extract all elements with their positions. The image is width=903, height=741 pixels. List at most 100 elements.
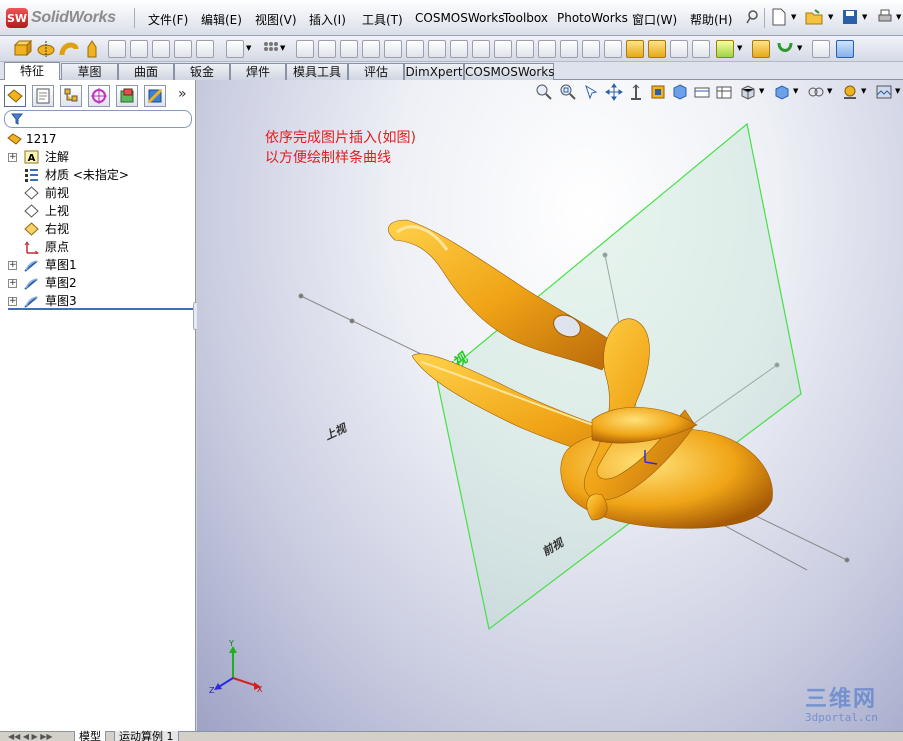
dome-icon[interactable] [384,40,402,58]
tab-features[interactable]: 特征 [4,62,60,81]
menu-window[interactable]: 窗口(W) [632,11,677,28]
draft-icon[interactable] [318,40,336,58]
rollback-bar[interactable] [8,308,194,310]
tab-model[interactable]: 模型 [74,731,106,741]
property-manager-tab-icon[interactable] [32,85,54,107]
linear-pattern-icon[interactable] [262,40,280,58]
tab-motion-study[interactable]: 运动算例 1 [114,731,179,741]
sketch-picture-icon[interactable] [836,40,854,58]
extruded-boss-icon[interactable] [12,39,32,59]
ref-geometry-icon[interactable] [670,40,688,58]
revolved-boss-icon[interactable] [36,39,56,59]
tree-root[interactable]: 1217 [0,130,196,148]
move-face-icon[interactable] [626,40,644,58]
open-folder-icon[interactable] [805,8,823,26]
plane-icon[interactable] [752,40,770,58]
flex-icon[interactable] [450,40,468,58]
shell-icon[interactable] [340,40,358,58]
hole-wizard-icon[interactable] [152,40,170,58]
chevron-down-icon[interactable]: ▼ [828,13,833,21]
delete-body-icon[interactable] [604,40,622,58]
save-icon[interactable] [841,8,859,26]
expand-icon[interactable]: + [8,279,17,288]
svg-text:A: A [28,153,36,164]
fillet-icon[interactable] [226,40,244,58]
curve-through-points-icon[interactable] [692,40,710,58]
revolved-cut-icon[interactable] [174,40,192,58]
chevron-down-icon[interactable]: ▼ [862,13,867,21]
material-icon [25,169,38,182]
instant3d-icon[interactable] [716,40,734,58]
swept-cut-icon[interactable] [196,40,214,58]
tree-item-top-plane[interactable]: 上视 [0,202,196,220]
tree-item-material[interactable]: 材质 <未指定> [0,166,196,184]
deform-icon[interactable] [472,40,490,58]
filter-icon [11,113,23,125]
model-scene[interactable]: 右视 上视 前视 [197,80,903,731]
lofted-boss-icon[interactable] [82,39,102,59]
tree-item-front-plane[interactable]: 前视 [0,184,196,202]
chevron-down-icon[interactable]: ▼ [737,44,742,52]
tree-item-annotations[interactable]: + A 注解 [0,148,196,166]
curves-icon[interactable] [428,40,446,58]
tree-filter-input[interactable] [4,110,192,128]
origin-icon [24,241,39,254]
scale-icon[interactable] [648,40,666,58]
more-tabs-icon[interactable]: » [178,86,187,102]
menu-file[interactable]: 文件(F) [148,11,188,28]
menu-tools[interactable]: 工具(T) [362,11,403,28]
menu-toolbox[interactable]: Toolbox [503,11,548,25]
split-icon[interactable] [582,40,600,58]
freeform-icon[interactable] [516,40,534,58]
chevron-down-icon[interactable]: ▼ [896,13,901,21]
instant3d-toggle-icon[interactable] [812,40,830,58]
expand-icon[interactable]: + [8,297,17,306]
print-icon[interactable] [876,8,894,26]
menu-cosmosworks[interactable]: COSMOSWorks [415,11,505,25]
tab-cosmosworks[interactable]: COSMOSWorks [464,63,555,80]
extruded-cut-icon[interactable] [130,40,148,58]
tab-mold-tools[interactable]: 模具工具 [286,63,348,80]
graphics-area[interactable]: ▼ ▼ ▼ ▼ ▼ 依序完成图片插入(如图) 以方便绘制样条曲线 上视 前视 Y… [197,80,903,731]
tab-weldments[interactable]: 焊件 [230,63,286,80]
display-manager-tab-icon[interactable] [116,85,138,107]
tab-sketch[interactable]: 草图 [61,63,118,80]
menu-insert[interactable]: 插入(I) [309,11,346,28]
menu-edit[interactable]: 编辑(E) [201,11,242,28]
mirror-icon[interactable] [406,40,424,58]
combine-icon[interactable] [538,40,556,58]
swept-boss-icon[interactable] [59,39,79,59]
boundary-boss-icon[interactable] [108,40,126,58]
expand-icon[interactable]: + [8,153,17,162]
chevron-down-icon[interactable]: ▼ [280,44,285,52]
tree-item-right-plane[interactable]: 右视 [0,220,196,238]
feature-manager-tab-icon[interactable] [4,85,26,107]
tree-item-sketch1[interactable]: + 草图1 [0,256,196,274]
tab-sheet-metal[interactable]: 钣金 [174,63,230,80]
new-document-icon[interactable] [770,8,788,26]
dimxpert-tab-icon[interactable] [88,85,110,107]
curves-dropdown-icon[interactable] [775,39,795,59]
menu-help[interactable]: 帮助(H) [690,11,732,28]
chevron-down-icon[interactable]: ▼ [797,44,802,52]
tree-item-origin[interactable]: 原点 [0,238,196,256]
tree-item-sketch2[interactable]: + 草图2 [0,274,196,292]
scroll-tabs-icon[interactable]: ◀◀ ◀ ▶ ▶▶ [8,732,53,741]
app-logo: SW SolidWorks [6,7,116,29]
pin-icon[interactable] [744,8,762,26]
intersect-icon[interactable] [560,40,578,58]
tab-evaluate[interactable]: 评估 [348,63,404,80]
tab-dimxpert[interactable]: DimXpert [404,63,464,80]
tab-surfaces[interactable]: 曲面 [118,63,174,80]
chevron-down-icon[interactable]: ▼ [791,13,796,21]
configuration-manager-tab-icon[interactable] [60,85,82,107]
triad-y-label: Y [228,639,234,648]
chevron-down-icon[interactable]: ▼ [246,44,251,52]
indent-icon[interactable] [494,40,512,58]
appearance-tab-icon[interactable] [144,85,166,107]
menu-view[interactable]: 视图(V) [255,11,297,28]
rib-icon[interactable] [296,40,314,58]
menu-photoworks[interactable]: PhotoWorks [557,11,628,25]
wrap-icon[interactable] [362,40,380,58]
expand-icon[interactable]: + [8,261,17,270]
